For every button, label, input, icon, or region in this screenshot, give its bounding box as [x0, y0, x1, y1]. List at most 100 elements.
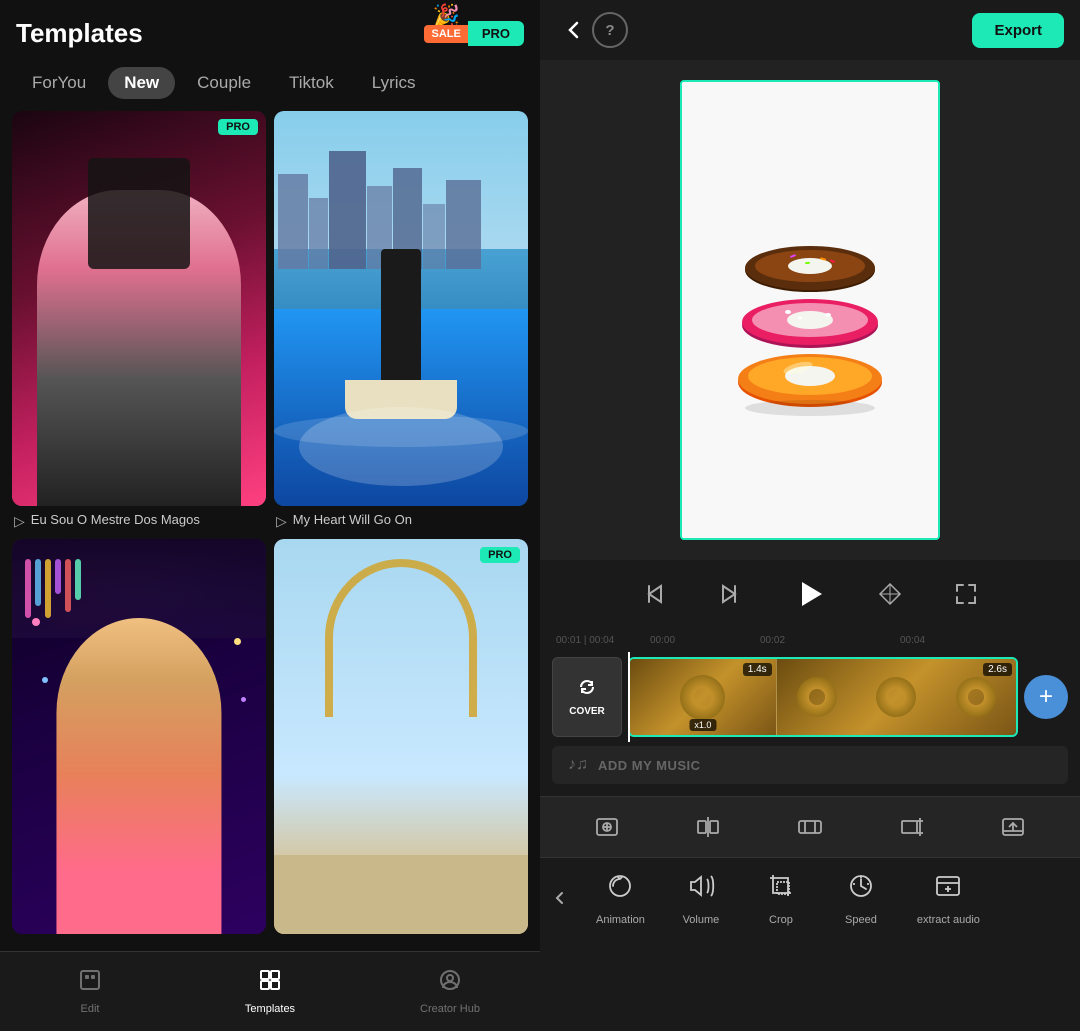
- template-label-1: ▷ Eu Sou O Mestre Dos Magos: [12, 506, 266, 531]
- left-panel: Templates 🎉 SALE PRO ForYou New Couple T…: [0, 0, 540, 1031]
- cover-refresh-icon: [577, 677, 597, 702]
- cover-label: COVER: [569, 706, 605, 717]
- video-track[interactable]: 1.4s x1.0 2.6s: [628, 657, 1018, 737]
- cover-track[interactable]: COVER: [552, 657, 622, 737]
- creator-hub-icon: [438, 968, 462, 999]
- animation-icon: [605, 871, 635, 908]
- page-title: Templates: [16, 18, 143, 49]
- trim-tool[interactable]: [790, 807, 830, 847]
- party-person: [56, 618, 221, 934]
- play-button[interactable]: [788, 572, 832, 616]
- template-thumb-2: [274, 111, 528, 506]
- diamond-button[interactable]: [872, 576, 908, 612]
- tab-couple[interactable]: Couple: [181, 67, 267, 99]
- help-button[interactable]: ?: [592, 12, 628, 48]
- pro-tag: PRO: [468, 21, 524, 46]
- extract-audio-tool[interactable]: extract audio: [901, 861, 996, 936]
- ruler-00-04: 00:04: [900, 635, 925, 646]
- ruler-00-02: 00:02: [760, 635, 785, 646]
- pro-badge-1: PRO: [218, 119, 258, 135]
- timeline-playhead: [628, 652, 630, 742]
- music-track[interactable]: ♪♫ ADD MY MUSIC: [552, 746, 1068, 784]
- export-button[interactable]: Export: [972, 13, 1064, 48]
- edit-icon: [78, 968, 102, 999]
- track-segment-1: 1.4s x1.0: [630, 659, 777, 735]
- bottom-back-button[interactable]: [540, 858, 580, 938]
- nav-item-edit[interactable]: Edit: [50, 968, 130, 1015]
- tab-tiktok[interactable]: Tiktok: [273, 67, 350, 99]
- donut-stack: [682, 82, 938, 538]
- template-label-2: ▷ My Heart Will Go On: [274, 506, 528, 531]
- split-tool[interactable]: [688, 807, 728, 847]
- template-thumb-1: PRO: [12, 111, 266, 506]
- track-segment-2: 2.6s: [777, 659, 1016, 735]
- template-name-1: Eu Sou O Mestre Dos Magos: [31, 512, 200, 529]
- ruler-00-00: 00:00: [650, 635, 675, 646]
- volume-icon: [686, 871, 716, 908]
- crop-tool[interactable]: Crop: [741, 861, 821, 936]
- playback-controls: [540, 560, 1080, 628]
- tab-new[interactable]: New: [108, 67, 175, 99]
- speed-icon: [846, 871, 876, 908]
- bottom-tools-scroll: Animation Volume: [580, 861, 1080, 936]
- timeline-tracks: COVER 1.4s x1.0: [540, 652, 1080, 742]
- template-name-2: My Heart Will Go On: [293, 512, 412, 529]
- volume-label: Volume: [683, 914, 720, 926]
- template-card-1[interactable]: PRO ▷ Eu Sou O Mestre Dos Magos: [12, 111, 266, 531]
- tabs-container: ForYou New Couple Tiktok Lyrics: [0, 57, 540, 111]
- bottom-nav: Edit Templates Creator Hub: [0, 951, 540, 1031]
- template-card-2[interactable]: ▷ My Heart Will Go On: [274, 111, 528, 531]
- timeline-ruler: 00:01 | 00:04 00:00 00:02 00:04: [540, 628, 1080, 652]
- tab-lyrics[interactable]: Lyrics: [356, 67, 432, 99]
- animation-label: Animation: [596, 914, 645, 926]
- sale-tag: SALE: [424, 25, 467, 43]
- tab-foryou[interactable]: ForYou: [16, 67, 102, 99]
- segment-2-badge: 2.6s: [983, 663, 1012, 676]
- time-current: 00:01 | 00:04: [556, 635, 614, 646]
- nav-label-creator-hub: Creator Hub: [420, 1003, 480, 1015]
- forward-button[interactable]: [712, 576, 748, 612]
- speed-label: Speed: [845, 914, 877, 926]
- rewind-button[interactable]: [636, 576, 672, 612]
- export-tool[interactable]: [993, 807, 1033, 847]
- extract-audio-label: extract audio: [917, 914, 980, 926]
- add-clip-button[interactable]: +: [1024, 675, 1068, 719]
- crop-label: Crop: [769, 914, 793, 926]
- fullscreen-button[interactable]: [948, 576, 984, 612]
- segment-1-badge: 1.4s: [743, 663, 772, 676]
- preview-area: [540, 60, 1080, 560]
- crop-icon: [766, 871, 796, 908]
- nav-label-templates: Templates: [245, 1003, 295, 1015]
- help-icon: ?: [605, 22, 614, 39]
- timeline-area: 00:01 | 00:04 00:00 00:02 00:04: [540, 628, 1080, 796]
- track-segments: 1.4s x1.0 2.6s: [630, 659, 1016, 735]
- nav-item-creator-hub[interactable]: Creator Hub: [410, 968, 490, 1015]
- right-header: ? Export: [540, 0, 1080, 60]
- crop-right-tool[interactable]: [892, 807, 932, 847]
- nav-item-templates[interactable]: Templates: [230, 968, 310, 1015]
- segment-1-speed: x1.0: [689, 719, 716, 731]
- right-panel: ? Export: [540, 0, 1080, 1031]
- template-thumb-3: [12, 539, 266, 934]
- video-icon-2: ▷: [276, 513, 287, 530]
- sale-pro-badge[interactable]: 🎉 SALE PRO: [424, 21, 524, 46]
- add-music-label: ADD MY MUSIC: [598, 758, 701, 773]
- back-button[interactable]: [556, 12, 592, 48]
- template-thumb-4: PRO: [274, 539, 528, 934]
- template-card-3[interactable]: [12, 539, 266, 951]
- donut-svg: [710, 150, 910, 470]
- volume-tool[interactable]: Volume: [661, 861, 741, 936]
- template-card-4[interactable]: PRO: [274, 539, 528, 951]
- templates-grid: PRO ▷ Eu Sou O Mestre Dos Magos: [0, 111, 540, 951]
- templates-icon: [258, 968, 282, 999]
- edit-tools-bar: [540, 796, 1080, 858]
- pro-badge-4: PRO: [480, 547, 520, 563]
- nav-label-edit: Edit: [81, 1003, 100, 1015]
- video-icon-1: ▷: [14, 513, 25, 530]
- music-icon: ♪♫: [568, 756, 588, 774]
- template-label-4: [274, 934, 528, 951]
- animation-tool[interactable]: Animation: [580, 861, 661, 936]
- left-header: Templates 🎉 SALE PRO: [0, 0, 540, 57]
- add-clip-tool[interactable]: [587, 807, 627, 847]
- speed-tool[interactable]: Speed: [821, 861, 901, 936]
